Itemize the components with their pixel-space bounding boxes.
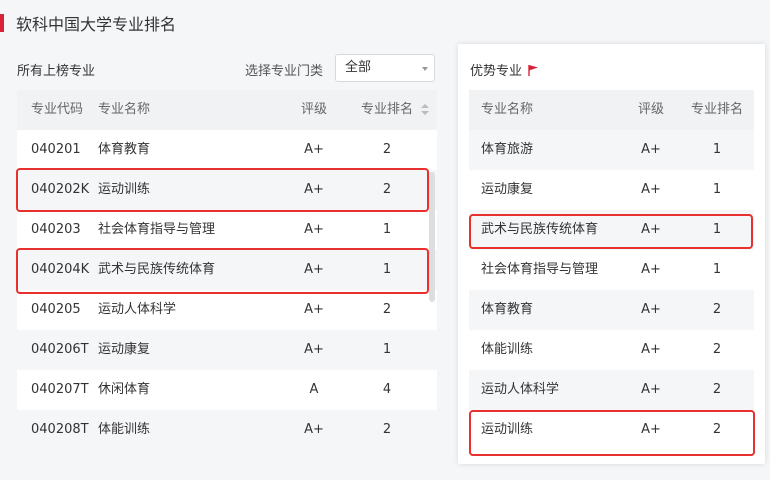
major-name: 体能训练 (98, 422, 151, 437)
major-name: 体能训练 (481, 342, 534, 357)
page-title: 软科中国大学专业排名 (16, 15, 177, 34)
table-header-row: 专业名称 评级 专业排名 (469, 90, 754, 130)
category-select[interactable]: 全部 (335, 54, 435, 82)
table-scrollbar[interactable] (429, 172, 435, 302)
major-grade: A+ (304, 222, 324, 237)
major-grade: A (309, 382, 319, 397)
major-grade: A+ (641, 382, 661, 397)
major-grade: A+ (641, 302, 661, 317)
major-name: 运动康复 (98, 342, 151, 357)
all-majors-table: 专业代码 专业名称 评级 专业排名 040201 体育教育 A+ 2 04020… (17, 90, 437, 450)
table-row: 040203 社会体育指导与管理 A+ 1 (17, 210, 437, 250)
flag-icon (528, 64, 539, 76)
major-rank: 1 (712, 262, 722, 277)
major-rank: 2 (382, 142, 392, 157)
category-select-value: 全部 (345, 60, 372, 75)
major-rank: 2 (382, 422, 392, 437)
table-header-row: 专业代码 专业名称 评级 专业排名 (17, 90, 437, 130)
table-row: 社会体育指导与管理 A+ 1 (469, 250, 754, 290)
major-rank: 2 (712, 422, 722, 437)
major-rank: 1 (712, 142, 722, 157)
major-name: 武术与民族传统体育 (481, 222, 599, 237)
table-row: 运动训练 A+ 2 (469, 410, 754, 450)
major-rank: 2 (712, 302, 722, 317)
major-grade: A+ (641, 222, 661, 237)
major-code: 040206T (31, 342, 89, 357)
advantage-majors-table: 专业名称 评级 专业排名 体育旅游 A+ 1 运动康复 A+ 1 武术与民族传统… (469, 90, 754, 450)
table-row: 运动康复 A+ 1 (469, 170, 754, 210)
major-rank: 1 (382, 342, 392, 357)
major-rank: 1 (712, 182, 722, 197)
major-code: 040208T (31, 422, 89, 437)
title-accent-bar (0, 14, 4, 32)
filter-label: 选择专业门类 (245, 64, 324, 79)
major-name: 社会体育指导与管理 (481, 262, 599, 277)
chevron-down-icon (422, 67, 428, 71)
major-code: 040201 (31, 142, 81, 157)
major-grade: A+ (641, 342, 661, 357)
table-row: 体育旅游 A+ 1 (469, 130, 754, 170)
major-name: 运动人体科学 (98, 302, 177, 317)
advantage-majors-panel: 优势专业 专业名称 评级 专业排名 体育旅游 A+ 1 运动康复 A+ 1 武术… (458, 44, 765, 464)
table-row: 040204K 武术与民族传统体育 A+ 1 (17, 250, 437, 290)
table-row: 040205 运动人体科学 A+ 2 (17, 290, 437, 330)
major-grade: A+ (304, 142, 324, 157)
major-rank: 1 (382, 262, 392, 277)
major-rank: 2 (712, 382, 722, 397)
major-name: 体育旅游 (481, 142, 534, 157)
major-grade: A+ (641, 182, 661, 197)
major-code: 040205 (31, 302, 81, 317)
major-name: 运动人体科学 (481, 382, 560, 397)
column-header-rank[interactable]: 专业排名 (357, 90, 417, 130)
all-majors-title: 所有上榜专业 (17, 64, 96, 79)
table-row: 040207T 休闲体育 A 4 (17, 370, 437, 410)
page-title-bar: 软科中国大学专业排名 (0, 12, 176, 34)
advantage-majors-title-text: 优势专业 (470, 64, 523, 79)
major-name: 运动训练 (481, 422, 534, 437)
major-code: 040202K (31, 182, 90, 197)
major-rank: 2 (382, 302, 392, 317)
major-grade: A+ (304, 262, 324, 277)
table-row: 运动人体科学 A+ 2 (469, 370, 754, 410)
major-grade: A+ (641, 142, 661, 157)
table-row: 040208T 体能训练 A+ 2 (17, 410, 437, 450)
major-grade: A+ (304, 302, 324, 317)
advantage-majors-title: 优势专业 (470, 60, 540, 79)
major-grade: A+ (641, 262, 661, 277)
table-row: 040201 体育教育 A+ 2 (17, 130, 437, 170)
major-rank: 1 (382, 222, 392, 237)
major-grade: A+ (304, 182, 324, 197)
table-row: 040206T 运动康复 A+ 1 (17, 330, 437, 370)
column-header-name: 专业名称 (481, 102, 534, 117)
major-name: 休闲体育 (98, 382, 151, 397)
major-rank: 4 (382, 382, 392, 397)
major-grade: A+ (304, 342, 324, 357)
major-name: 体育教育 (98, 142, 151, 157)
major-rank: 1 (712, 222, 722, 237)
major-rank: 2 (382, 182, 392, 197)
major-code: 040203 (31, 222, 81, 237)
major-name: 社会体育指导与管理 (98, 222, 216, 237)
table-row: 武术与民族传统体育 A+ 1 (469, 210, 754, 250)
column-header-name: 专业名称 (98, 102, 151, 117)
major-grade: A+ (641, 422, 661, 437)
column-header-grade: 评级 (637, 102, 664, 117)
column-header-code: 专业代码 (31, 102, 84, 117)
all-majors-panel: 所有上榜专业 选择专业门类 全部 专业代码 专业名称 评级 专业排名 04020… (0, 42, 445, 480)
table-row: 体能训练 A+ 2 (469, 330, 754, 370)
major-name: 运动康复 (481, 182, 534, 197)
major-name: 运动训练 (98, 182, 151, 197)
major-code: 040204K (31, 262, 90, 277)
all-majors-header: 所有上榜专业 选择专业门类 全部 (17, 54, 437, 84)
major-name: 武术与民族传统体育 (98, 262, 216, 277)
major-rank: 2 (712, 342, 722, 357)
major-name: 体育教育 (481, 302, 534, 317)
table-row: 体育教育 A+ 2 (469, 290, 754, 330)
column-header-grade: 评级 (300, 102, 327, 117)
major-grade: A+ (304, 422, 324, 437)
table-row: 040202K 运动训练 A+ 2 (17, 170, 437, 210)
column-header-rank: 专业排名 (690, 102, 743, 117)
major-code: 040207T (31, 382, 89, 397)
sort-icon[interactable] (421, 104, 429, 116)
